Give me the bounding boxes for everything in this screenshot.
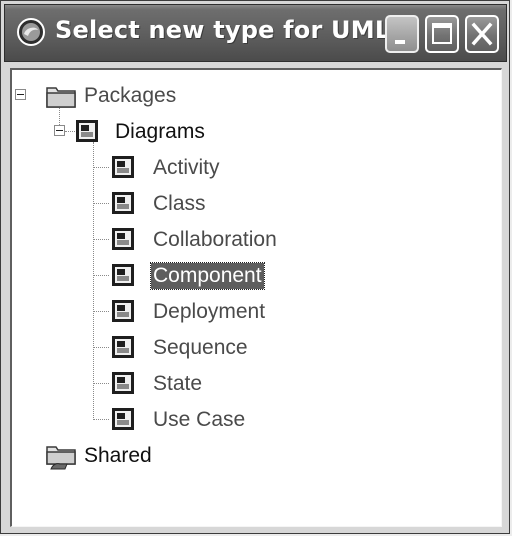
tree-connector	[93, 311, 109, 312]
tree-connector	[93, 142, 94, 420]
tree-connector	[93, 419, 109, 420]
tree-item-deployment[interactable]: Deployment	[153, 299, 265, 325]
tree-item-use-case[interactable]: Use Case	[153, 407, 245, 433]
diagram-icon	[112, 336, 134, 358]
diagram-icon	[112, 228, 134, 250]
app-icon	[17, 18, 45, 46]
tree-connector	[93, 239, 109, 240]
tree-item-activity[interactable]: Activity	[153, 155, 220, 181]
diagram-icon	[112, 372, 134, 394]
dialog-window: Select new type for UML Packages Diagram…	[0, 0, 510, 534]
tree-item-state[interactable]: State	[153, 371, 202, 397]
tree-panel[interactable]: Packages Diagrams Activity Class Collabo…	[10, 68, 502, 527]
tree-node-label[interactable]: Packages	[84, 83, 176, 109]
folder-icon	[46, 87, 76, 108]
tree-item-collaboration[interactable]: Collaboration	[153, 227, 277, 253]
shared-folder-icon	[46, 446, 76, 470]
minimize-icon	[395, 40, 405, 44]
maximize-button[interactable]	[425, 15, 459, 53]
tree-connector	[65, 131, 75, 132]
tree-connector	[93, 203, 109, 204]
diagram-icon	[76, 120, 98, 142]
tree-connector	[93, 167, 109, 168]
tree-item-class[interactable]: Class	[153, 191, 206, 217]
diagram-icon	[112, 156, 134, 178]
close-button[interactable]	[465, 15, 499, 53]
tree-node-label[interactable]: Diagrams	[115, 119, 205, 145]
minimize-button[interactable]	[385, 15, 419, 53]
diagram-icon	[112, 192, 134, 214]
tree-connector	[93, 347, 109, 348]
title-bar[interactable]: Select new type for UML	[4, 4, 507, 62]
type-tree: Packages Diagrams Activity Class Collabo…	[12, 70, 501, 526]
window-title: Select new type for UML	[55, 16, 391, 44]
tree-node-label[interactable]: Shared	[84, 443, 152, 469]
close-icon	[471, 22, 493, 46]
tree-connector	[93, 275, 109, 276]
maximize-icon	[432, 23, 452, 44]
diagram-icon	[112, 264, 134, 286]
tree-item-sequence[interactable]: Sequence	[153, 335, 248, 361]
diagram-icon	[112, 300, 134, 322]
tree-connector	[93, 383, 109, 384]
tree-item-component[interactable]: Component	[150, 262, 265, 290]
collapse-toggle-diagrams[interactable]	[54, 125, 65, 136]
diagram-icon	[112, 408, 134, 430]
collapse-toggle-packages[interactable]	[15, 89, 26, 100]
